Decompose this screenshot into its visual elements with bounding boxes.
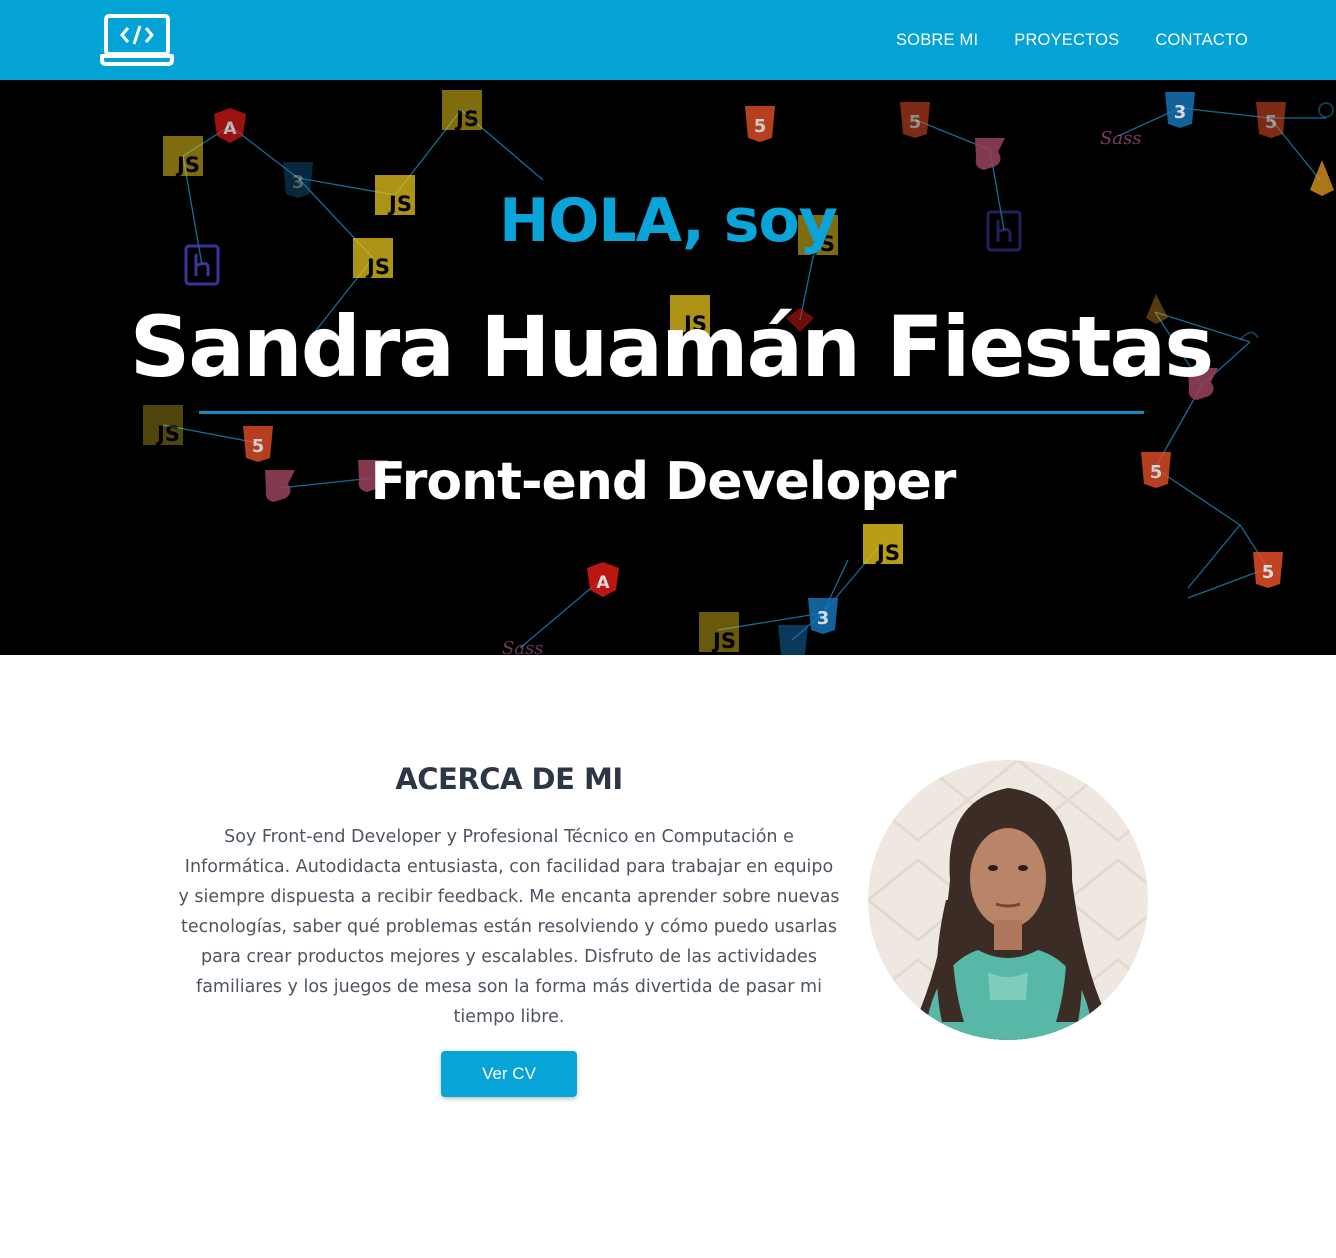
svg-text:JS: JS bbox=[365, 255, 390, 279]
svg-text:JS: JS bbox=[454, 107, 479, 131]
svg-text:JS: JS bbox=[155, 422, 180, 446]
about-title: ACERCA DE MI bbox=[395, 762, 623, 796]
nav-link-contacto[interactable]: CONTACTO bbox=[1155, 31, 1248, 50]
nav-link-proyectos[interactable]: PROYECTOS bbox=[1014, 31, 1119, 50]
svg-text:5: 5 bbox=[1262, 562, 1275, 583]
hero-greeting: HOLA, soy bbox=[499, 186, 838, 256]
svg-text:3: 3 bbox=[817, 608, 830, 629]
hero-name: Sandra Huamán Fiestas bbox=[129, 298, 1214, 396]
main-nav: SOBRE MI PROYECTOS CONTACTO bbox=[860, 0, 1248, 80]
laptop-code-icon[interactable] bbox=[100, 12, 174, 68]
svg-text:JS: JS bbox=[875, 541, 900, 565]
svg-text:JS: JS bbox=[175, 153, 200, 177]
svg-text:A: A bbox=[596, 573, 610, 593]
svg-text:5: 5 bbox=[909, 112, 922, 133]
hero-divider bbox=[199, 411, 1144, 414]
svg-text:3: 3 bbox=[1174, 102, 1187, 123]
profile-photo bbox=[868, 760, 1148, 1040]
hero-section: JS JS JS JS JS JS JS JS JS 5 5 5 5 5 5 3… bbox=[0, 80, 1336, 655]
svg-text:Sass: Sass bbox=[1100, 128, 1142, 149]
svg-text:5: 5 bbox=[754, 116, 767, 137]
about-description: Soy Front-end Developer y Profesional Té… bbox=[178, 827, 840, 1027]
hero-role: Front-end Developer bbox=[370, 452, 957, 512]
navbar: SOBRE MI PROYECTOS CONTACTO bbox=[0, 0, 1336, 80]
svg-text:5: 5 bbox=[1265, 112, 1278, 133]
svg-text:JS: JS bbox=[711, 629, 736, 653]
nav-link-sobre-mi[interactable]: SOBRE MI bbox=[896, 31, 978, 50]
view-cv-button[interactable]: Ver CV bbox=[441, 1051, 577, 1097]
svg-text:Sass: Sass bbox=[502, 638, 544, 655]
svg-text:A: A bbox=[223, 119, 237, 139]
